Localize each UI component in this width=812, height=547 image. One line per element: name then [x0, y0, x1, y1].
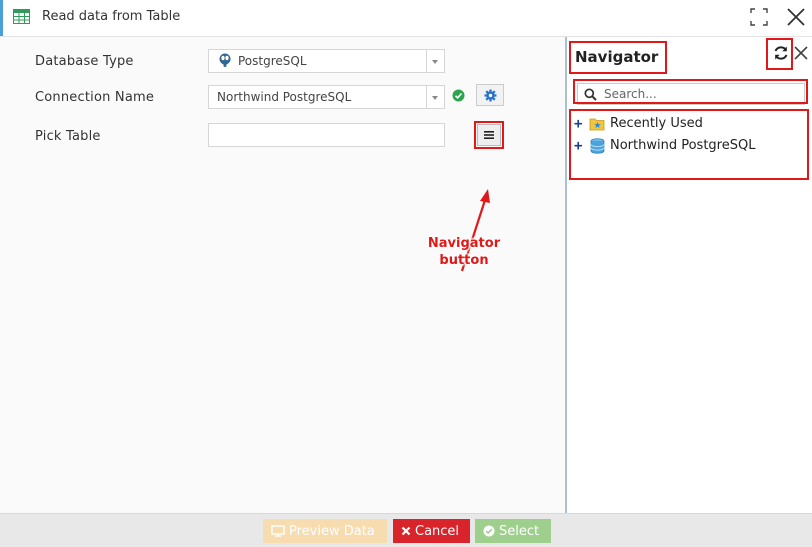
- title-bar: Read data from Table: [0, 0, 812, 37]
- x-icon: [401, 526, 411, 536]
- tree-item-label: Northwind PostgreSQL: [610, 138, 756, 153]
- callout-line-2: button: [439, 253, 489, 268]
- tree-item-recently-used[interactable]: + Recently Used: [573, 113, 809, 135]
- preview-data-label: Preview Data: [289, 523, 375, 539]
- maximize-icon[interactable]: [749, 7, 769, 27]
- navigator-tree: + Recently Used + Northwind PostgreSQL: [573, 113, 809, 157]
- gear-icon: [484, 89, 497, 102]
- callout-line-1: Navigator: [427, 236, 501, 251]
- database-icon: [590, 138, 605, 154]
- folder-star-icon: [589, 118, 605, 131]
- check-circle-icon: [483, 525, 495, 537]
- navigator-search[interactable]: [577, 83, 805, 105]
- cancel-label: Cancel: [415, 523, 460, 539]
- navigator-button[interactable]: [477, 124, 501, 146]
- tree-item-label: Recently Used: [610, 116, 703, 131]
- navigator-title: Navigator: [575, 48, 659, 66]
- chevron-down-icon[interactable]: [426, 86, 444, 108]
- close-icon[interactable]: [785, 6, 807, 28]
- expand-icon[interactable]: +: [574, 116, 582, 132]
- connection-name-label: Connection Name: [35, 90, 155, 105]
- database-type-select[interactable]: PostgreSQL: [208, 49, 445, 73]
- chevron-down-icon[interactable]: [426, 50, 444, 72]
- close-icon[interactable]: [793, 45, 809, 61]
- select-label: Select: [499, 523, 540, 539]
- menu-icon: [484, 131, 494, 139]
- pick-table-input[interactable]: [208, 123, 445, 147]
- monitor-icon: [271, 525, 285, 537]
- postgresql-icon: [219, 53, 231, 67]
- expand-icon[interactable]: +: [574, 138, 582, 154]
- dialog-footer: Preview Data Cancel Select: [0, 513, 812, 547]
- connection-settings-button[interactable]: [476, 84, 504, 106]
- search-icon: [584, 88, 597, 101]
- table-icon: [13, 9, 30, 24]
- window-title: Read data from Table: [42, 9, 181, 24]
- pick-table-label: Pick Table: [35, 129, 101, 144]
- connection-name-value: Northwind PostgreSQL: [217, 90, 352, 104]
- database-type-label: Database Type: [35, 54, 134, 69]
- connection-name-select[interactable]: Northwind PostgreSQL: [208, 85, 445, 109]
- select-button[interactable]: Select: [475, 519, 551, 543]
- form-pane: Database Type PostgreSQL Connection Name…: [0, 37, 565, 513]
- title-accent-bar: [0, 0, 3, 36]
- refresh-icon[interactable]: [771, 43, 791, 63]
- tree-item-northwind-postgresql[interactable]: + Northwind PostgreSQL: [573, 135, 809, 157]
- cancel-button[interactable]: Cancel: [393, 519, 470, 543]
- navigator-pane: Navigator + Recently Used +: [567, 37, 812, 513]
- navigator-search-input[interactable]: [604, 85, 800, 103]
- callout-label: Navigator button: [412, 235, 516, 269]
- database-type-value: PostgreSQL: [238, 54, 307, 68]
- preview-data-button[interactable]: Preview Data: [263, 519, 387, 543]
- check-circle-icon: [452, 89, 465, 102]
